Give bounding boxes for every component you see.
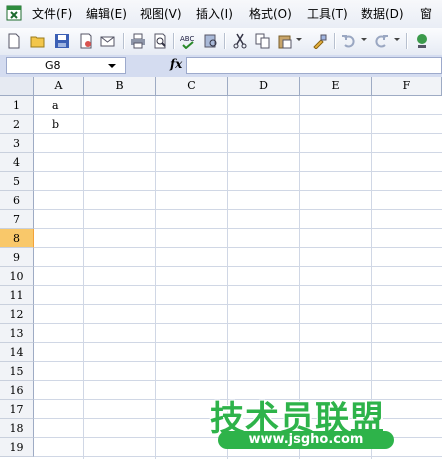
grid-line [34,323,442,324]
open-icon[interactable] [30,33,46,49]
save-icon[interactable] [54,33,70,49]
watermark: 技术员联盟 www.jsgho.com [210,391,400,453]
redo-dropdown-icon[interactable] [394,38,400,41]
row-header-12[interactable]: 12 [0,305,34,324]
standard-toolbar: ABC [0,28,442,56]
row-header-4[interactable]: 4 [0,153,34,172]
grid-line [34,380,442,381]
toolbar-separator [224,33,225,49]
row-header-3[interactable]: 3 [0,134,34,153]
grid-line [34,190,442,191]
toolbar-separator [406,33,407,49]
row-header-8[interactable]: 8 [0,229,34,248]
column-header-c[interactable]: C [156,77,228,96]
row-header-5[interactable]: 5 [0,172,34,191]
menu-edit[interactable]: 编辑(E) [86,0,127,28]
excel-app-icon[interactable] [6,4,24,22]
print-icon[interactable] [130,33,146,49]
paste-icon[interactable] [277,33,293,49]
grid-line [34,209,442,210]
hyperlink-icon[interactable] [414,33,430,49]
redo-icon[interactable] [373,33,389,49]
cell-a1[interactable]: a [52,96,59,115]
grid-line [34,247,442,248]
formula-bar: G8 fx [0,55,442,77]
select-all-corner[interactable] [0,77,34,96]
grid-line [34,171,442,172]
row-header-14[interactable]: 14 [0,343,34,362]
grid-line [34,285,442,286]
paste-dropdown-icon[interactable] [296,38,302,41]
row-header-15[interactable]: 15 [0,362,34,381]
undo-dropdown-icon[interactable] [361,38,367,41]
toolbar-separator [334,33,335,49]
grid-line [155,96,156,459]
formula-input[interactable] [186,57,442,74]
grid-line [34,304,442,305]
research-icon[interactable] [203,33,219,49]
print-preview-icon[interactable] [152,33,168,49]
grid-line [34,114,442,115]
column-header-f[interactable]: F [372,77,442,96]
format-painter-icon[interactable] [312,33,328,49]
grid-line [34,361,442,362]
grid-line [34,456,442,457]
cut-icon[interactable] [232,33,248,49]
menu-bar: 文件(F) 编辑(E) 视图(V) 插入(I) 格式(O) 工具(T) 数据(D… [0,0,442,29]
watermark-url: www.jsgho.com [218,431,394,449]
row-header-19[interactable]: 19 [0,438,34,457]
row-header-2[interactable]: 2 [0,115,34,134]
column-header-a[interactable]: A [34,77,84,96]
cell-a2[interactable]: b [52,115,59,134]
row-header-18[interactable]: 18 [0,419,34,438]
grid-line [34,228,442,229]
menu-window[interactable]: 窗 [420,0,432,28]
row-header-17[interactable]: 17 [0,400,34,419]
row-header-10[interactable]: 10 [0,267,34,286]
grid-line [34,342,442,343]
menu-data[interactable]: 数据(D) [361,0,404,28]
toolbar-separator [173,33,174,49]
name-box-dropdown-icon[interactable] [108,64,116,68]
column-header-e[interactable]: E [300,77,372,96]
permission-icon[interactable] [78,33,94,49]
menu-tools[interactable]: 工具(T) [307,0,348,28]
row-header-7[interactable]: 7 [0,210,34,229]
grid-line [34,133,442,134]
new-icon[interactable] [6,33,22,49]
row-header-16[interactable]: 16 [0,381,34,400]
row-header-9[interactable]: 9 [0,248,34,267]
row-header-11[interactable]: 11 [0,286,34,305]
insert-function-icon[interactable]: fx [170,57,182,71]
grid-line [34,152,442,153]
copy-icon[interactable] [255,33,271,49]
spelling-icon[interactable]: ABC [180,33,196,49]
grid-line [34,266,442,267]
menu-file[interactable]: 文件(F) [32,0,72,28]
email-icon[interactable] [100,33,116,49]
grid-line [83,96,84,459]
menu-format[interactable]: 格式(O) [249,0,292,28]
row-header-13[interactable]: 13 [0,324,34,343]
toolbar-separator [123,33,124,49]
row-header-1[interactable]: 1 [0,96,34,115]
menu-view[interactable]: 视图(V) [140,0,182,28]
menu-insert[interactable]: 插入(I) [196,0,233,28]
undo-icon[interactable] [341,33,357,49]
column-header-b[interactable]: B [84,77,156,96]
row-header-6[interactable]: 6 [0,191,34,210]
column-header-d[interactable]: D [228,77,300,96]
